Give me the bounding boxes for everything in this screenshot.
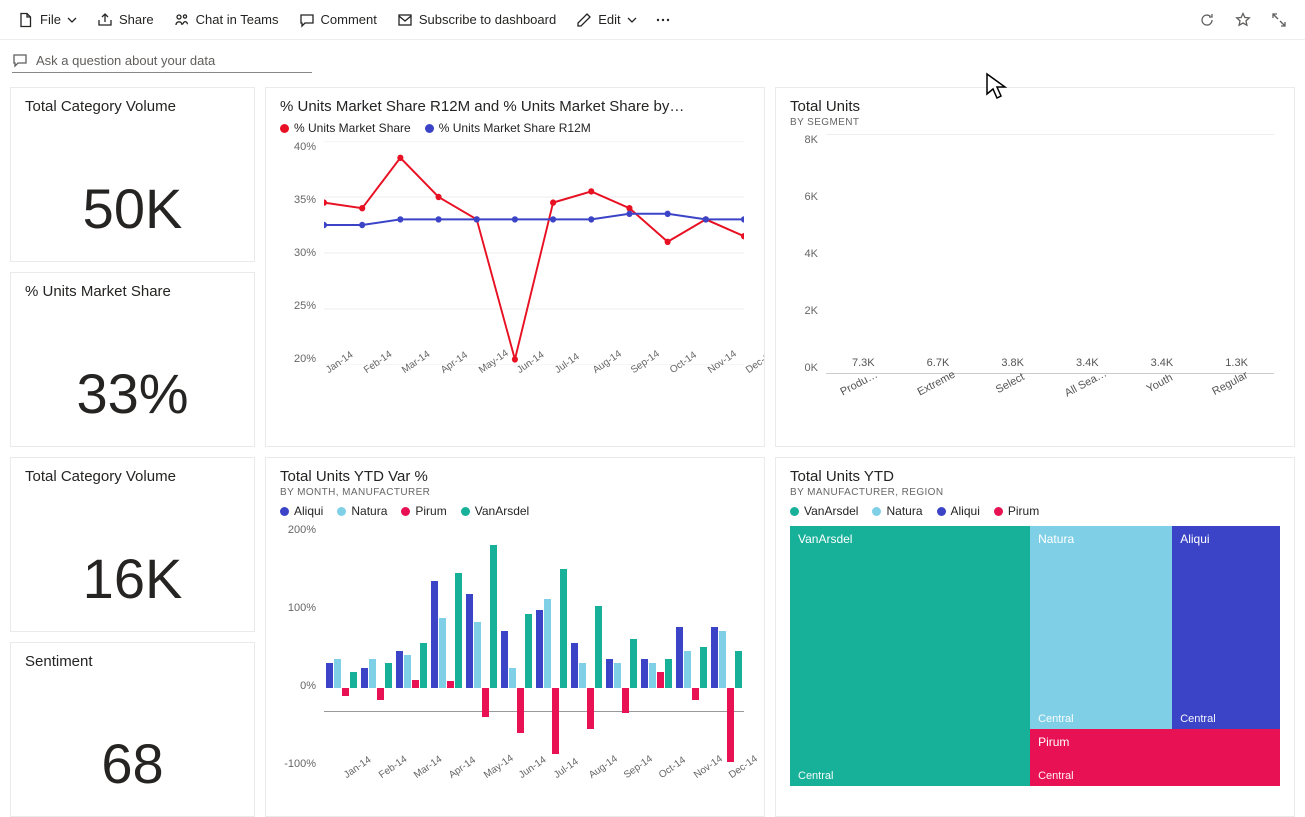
cell-name: VanArsdel [798, 532, 852, 546]
subscribe-label: Subscribe to dashboard [419, 12, 556, 27]
card-units-market-share[interactable]: % Units Market Share 33% [10, 272, 255, 447]
cell-name: Pirum [1038, 735, 1069, 749]
tile-subtitle: BY SEGMENT [790, 117, 1280, 128]
file-menu[interactable]: File [10, 6, 85, 34]
ellipsis-icon [655, 12, 671, 28]
bar-chart: 8K6K4K2K0K 7.3K6.7K3.8K3.4K3.4K1.3K Prod… [790, 134, 1280, 414]
legend-label: Pirum [415, 504, 446, 518]
treemap-cell-pirum[interactable]: Pirum Central [1030, 729, 1280, 786]
tile-title: % Units Market Share R12M and % Units Ma… [280, 98, 750, 115]
card-value: 33% [11, 361, 254, 426]
tile-subtitle: BY MONTH, MANUFACTURER [280, 487, 750, 498]
legend-label: Natura [886, 504, 922, 518]
file-menu-label: File [40, 12, 61, 27]
teams-icon [174, 12, 190, 28]
legend-dot-icon [280, 124, 289, 133]
legend-label: VanArsdel [804, 504, 858, 518]
tile-title: Total Units YTD [790, 468, 1280, 485]
share-label: Share [119, 12, 154, 27]
card-value: 50K [11, 176, 254, 241]
legend-dot-icon [425, 124, 434, 133]
card-title: Total Category Volume [25, 468, 240, 485]
legend-dot-icon [872, 507, 881, 516]
card-total-category-volume-2[interactable]: Total Category Volume 16K [10, 457, 255, 632]
tile-subtitle: BY MANUFACTURER, REGION [790, 487, 1280, 498]
menubar: File Share Chat in Teams Comment Subscri… [0, 0, 1305, 40]
fullscreen-button[interactable] [1263, 6, 1295, 34]
legend-dot-icon [337, 507, 346, 516]
card-title: Total Category Volume [25, 98, 240, 115]
tile-line-market-share[interactable]: % Units Market Share R12M and % Units Ma… [265, 87, 765, 447]
chat-label: Chat in Teams [196, 12, 279, 27]
legend-label: Pirum [1008, 504, 1039, 518]
cluster-chart: 200%100%0%-100% Jan-14Feb-14Mar-14Apr-14… [280, 524, 750, 804]
chevron-down-icon [627, 15, 637, 25]
refresh-icon [1199, 12, 1215, 28]
legend-dot-icon [937, 507, 946, 516]
tile-bars-total-units[interactable]: Total Units BY SEGMENT 8K6K4K2K0K 7.3K6.… [775, 87, 1295, 447]
pencil-icon [576, 12, 592, 28]
legend: % Units Market Share % Units Market Shar… [280, 121, 750, 135]
legend-dot-icon [280, 507, 289, 516]
legend-dot-icon [994, 507, 1003, 516]
refresh-button[interactable] [1191, 6, 1223, 34]
treemap-cell-natura[interactable]: Natura Central [1030, 526, 1172, 729]
qna-input[interactable]: Ask a question about your data [12, 48, 312, 73]
legend-label: Aliqui [294, 504, 323, 518]
cell-region: Central [1038, 770, 1073, 782]
chat-in-teams-button[interactable]: Chat in Teams [166, 6, 287, 34]
qna-row: Ask a question about your data [0, 40, 1305, 77]
legend-label: Aliqui [951, 504, 980, 518]
file-icon [18, 12, 34, 28]
cell-region: Central [1038, 713, 1073, 725]
cell-name: Aliqui [1180, 532, 1209, 546]
card-title: % Units Market Share [25, 283, 240, 300]
legend-dot-icon [461, 507, 470, 516]
legend-label: % Units Market Share R12M [439, 121, 591, 135]
subscribe-button[interactable]: Subscribe to dashboard [389, 6, 564, 34]
cell-region: Central [1180, 713, 1215, 725]
treemap-cell-aliqui[interactable]: Aliqui Central [1172, 526, 1280, 729]
comment-button[interactable]: Comment [291, 6, 385, 34]
edit-label: Edit [598, 12, 620, 27]
treemap: VanArsdel Central Natura Central Aliqui … [790, 526, 1280, 786]
legend-label: % Units Market Share [294, 121, 411, 135]
tile-cluster-ytd-var[interactable]: Total Units YTD Var % BY MONTH, MANUFACT… [265, 457, 765, 817]
legend-label: VanArsdel [475, 504, 529, 518]
share-button[interactable]: Share [89, 6, 162, 34]
comment-icon [12, 52, 28, 68]
legend-dot-icon [401, 507, 410, 516]
cell-name: Natura [1038, 532, 1074, 546]
tile-treemap-ytd[interactable]: Total Units YTD BY MANUFACTURER, REGION … [775, 457, 1295, 817]
card-value: 16K [11, 546, 254, 611]
favorite-button[interactable] [1227, 6, 1259, 34]
expand-icon [1271, 12, 1287, 28]
treemap-cell-vanarsdel[interactable]: VanArsdel Central [790, 526, 1030, 786]
more-menu[interactable] [649, 6, 677, 34]
line-chart: 40%35%30%25%20% Jan-14Feb-14Mar-14Apr-14… [280, 141, 750, 401]
chevron-down-icon [67, 15, 77, 25]
tile-title: Total Units YTD Var % [280, 468, 750, 485]
comment-label: Comment [321, 12, 377, 27]
card-title: Sentiment [25, 653, 240, 670]
legend-dot-icon [790, 507, 799, 516]
card-sentiment[interactable]: Sentiment 68 [10, 642, 255, 817]
legend: Aliqui Natura Pirum VanArsdel [280, 504, 750, 518]
subscribe-icon [397, 12, 413, 28]
legend: VanArsdel Natura Aliqui Pirum [790, 504, 1280, 518]
card-total-category-volume-1[interactable]: Total Category Volume 50K [10, 87, 255, 262]
cell-region: Central [798, 770, 833, 782]
dashboard-grid: Total Category Volume 50K % Units Market… [0, 77, 1305, 817]
star-icon [1235, 12, 1251, 28]
edit-menu[interactable]: Edit [568, 6, 644, 34]
comment-icon [299, 12, 315, 28]
share-icon [97, 12, 113, 28]
qna-placeholder: Ask a question about your data [36, 53, 215, 68]
tile-title: Total Units [790, 98, 1280, 115]
legend-label: Natura [351, 504, 387, 518]
card-value: 68 [11, 731, 254, 796]
